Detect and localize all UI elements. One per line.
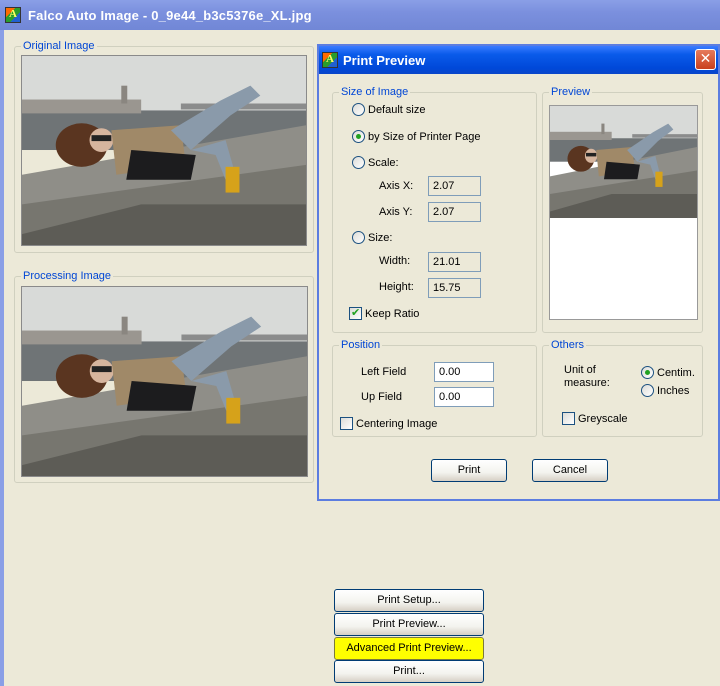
radio-size[interactable]: Size: [352,231,392,244]
photo-image [22,287,307,476]
dialog-title: Print Preview [343,52,426,68]
axis-x-field[interactable]: 2.07 [428,176,481,196]
others-group: Others Unit of measure: Centim. Inches G… [542,339,703,437]
others-label: Others [549,339,587,351]
size-of-image-label: Size of Image [339,86,411,98]
position-label: Position [339,339,383,351]
preview-image [550,106,697,218]
radio-centim-indicator[interactable] [641,366,654,379]
print-button[interactable]: Print [431,459,507,482]
radio-inches[interactable]: Inches [641,384,689,397]
width-label: Width: [379,255,411,267]
radio-scale[interactable]: Scale: [352,156,399,169]
dialog-app-icon [322,52,338,68]
up-field-input[interactable]: 0.00 [434,387,494,407]
window-titlebar[interactable]: Falco Auto Image - 0_9e44_b3c5376e_XL.jp… [0,0,720,30]
keep-ratio-label: Keep Ratio [365,307,420,320]
axis-y-field[interactable]: 2.07 [428,202,481,222]
app-icon [5,7,21,23]
greyscale-box[interactable] [562,412,575,425]
size-of-image-group: Size of Image Default size by Size of Pr… [332,86,537,333]
position-group: Position Left Field 0.00 Up Field 0.00 C… [332,339,537,437]
advanced-print-preview-button[interactable]: Advanced Print Preview... [334,637,484,660]
centering-image-box[interactable] [340,417,353,430]
up-field-label: Up Field [361,391,402,403]
radio-centim[interactable]: Centim. [641,366,695,379]
processing-image-label: Processing Image [21,270,114,282]
original-image-label: Original Image [21,40,97,52]
close-icon[interactable]: ✕ [695,49,716,70]
preview-page [549,105,698,320]
radio-size-label: Size: [368,231,393,244]
radio-centim-label: Centim. [657,366,695,379]
unit-label-line2: measure: [564,377,610,389]
photo-image [22,56,306,245]
centering-image-label: Centering Image [356,417,438,430]
width-field[interactable]: 21.01 [428,252,481,272]
processing-image-group: Processing Image [14,270,314,483]
print-preview-button[interactable]: Print Preview... [334,613,484,636]
radio-size-indicator[interactable] [352,231,365,244]
dialog-titlebar[interactable]: Print Preview ✕ [319,46,718,74]
print-setup-button[interactable]: Print Setup... [334,589,484,612]
window-title: Falco Auto Image - 0_9e44_b3c5376e_XL.jp… [28,7,312,23]
radio-by-printer-page-indicator[interactable] [352,130,365,143]
greyscale-label: Greyscale [578,412,628,425]
original-image-photo [21,55,307,246]
radio-scale-indicator[interactable] [352,156,365,169]
radio-inches-indicator[interactable] [641,384,654,397]
left-field-label: Left Field [361,366,407,378]
unit-label-line1: Unit of [564,364,596,376]
left-field-input[interactable]: 0.00 [434,362,494,382]
print-preview-dialog: Print Preview ✕ Size of Image Default si… [317,44,720,501]
radio-default-size[interactable]: Default size [352,103,425,116]
preview-label: Preview [549,86,593,98]
cancel-button[interactable]: Cancel [532,459,608,482]
keep-ratio-box[interactable] [349,306,362,320]
processing-image-photo [21,286,308,477]
window-left-border [0,30,4,686]
axis-x-label: Axis X: [379,180,414,192]
radio-default-size-indicator[interactable] [352,103,365,116]
radio-default-size-label: Default size [368,103,426,116]
preview-group: Preview [542,86,703,333]
greyscale-checkbox[interactable]: Greyscale [562,412,628,425]
radio-by-printer-page-label: by Size of Printer Page [368,130,481,143]
print-dots-button[interactable]: Print... [334,660,484,683]
axis-y-label: Axis Y: [379,206,413,218]
keep-ratio-checkbox[interactable]: Keep Ratio [349,306,420,320]
radio-inches-label: Inches [657,384,690,397]
height-field[interactable]: 15.75 [428,278,481,298]
radio-by-printer-page[interactable]: by Size of Printer Page [352,130,481,143]
centering-image-checkbox[interactable]: Centering Image [340,417,437,430]
height-label: Height: [379,281,414,293]
original-image-group: Original Image [14,40,314,253]
radio-scale-label: Scale: [368,156,399,169]
